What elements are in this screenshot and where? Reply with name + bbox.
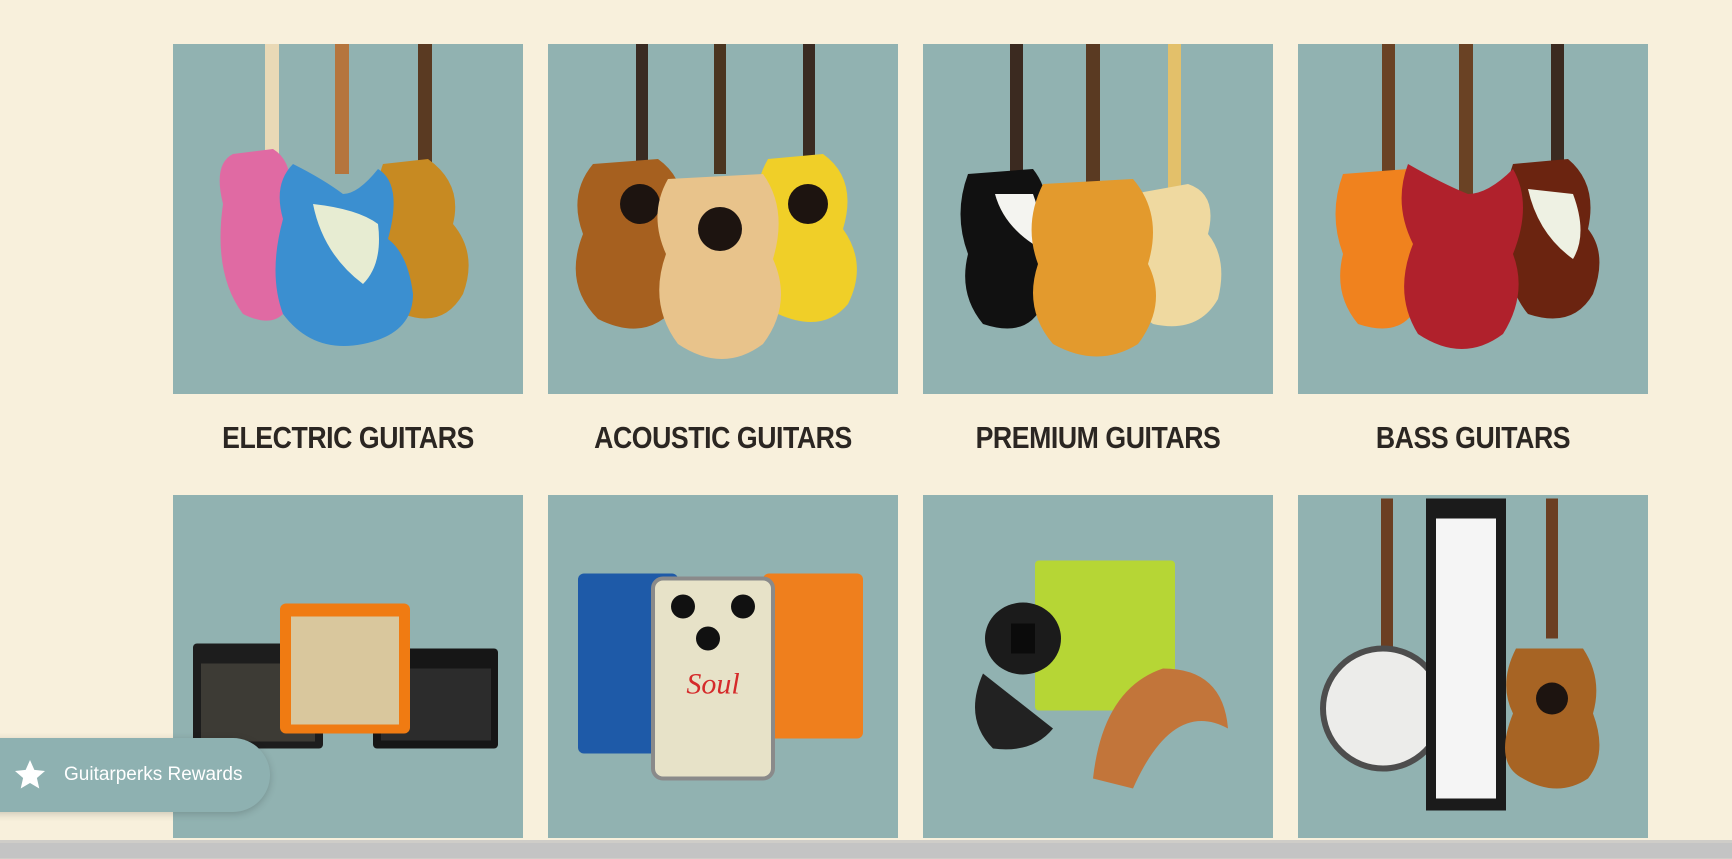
folk-instruments-image xyxy=(1320,498,1600,811)
electric-guitars-tile[interactable] xyxy=(173,44,523,394)
acoustic-guitars-image xyxy=(575,44,857,359)
star-icon xyxy=(15,760,45,789)
guitarperks-rewards-label: Guitarperks Rewards xyxy=(64,764,243,785)
effects-pedals-tile[interactable]: Soul xyxy=(548,495,898,838)
guitarperks-rewards-button[interactable]: Guitarperks Rewards xyxy=(0,738,270,812)
electric-guitars-image xyxy=(219,44,469,346)
horizontal-scrollbar[interactable] xyxy=(0,840,1732,859)
premium-guitars-tile[interactable] xyxy=(923,44,1273,394)
effects-pedals-image: Soul xyxy=(578,573,863,781)
bass-guitars-image xyxy=(1335,44,1600,349)
scrollbar-track[interactable] xyxy=(0,843,1732,858)
bass-guitars-tile[interactable] xyxy=(1298,44,1648,394)
svg-text:Soul: Soul xyxy=(686,668,739,701)
premium-guitars-image xyxy=(960,44,1222,357)
electric-guitars-label[interactable]: ELECTRIC GUITARS xyxy=(198,420,499,456)
accessories-image xyxy=(975,560,1228,789)
folk-instruments-tile[interactable] xyxy=(1298,495,1648,838)
acoustic-guitars-label[interactable]: ACOUSTIC GUITARS xyxy=(573,420,874,456)
premium-guitars-label[interactable]: PREMIUM GUITARS xyxy=(948,420,1249,456)
accessories-tile[interactable] xyxy=(923,495,1273,838)
acoustic-guitars-tile[interactable] xyxy=(548,44,898,394)
bass-guitars-label[interactable]: BASS GUITARS xyxy=(1323,420,1624,456)
